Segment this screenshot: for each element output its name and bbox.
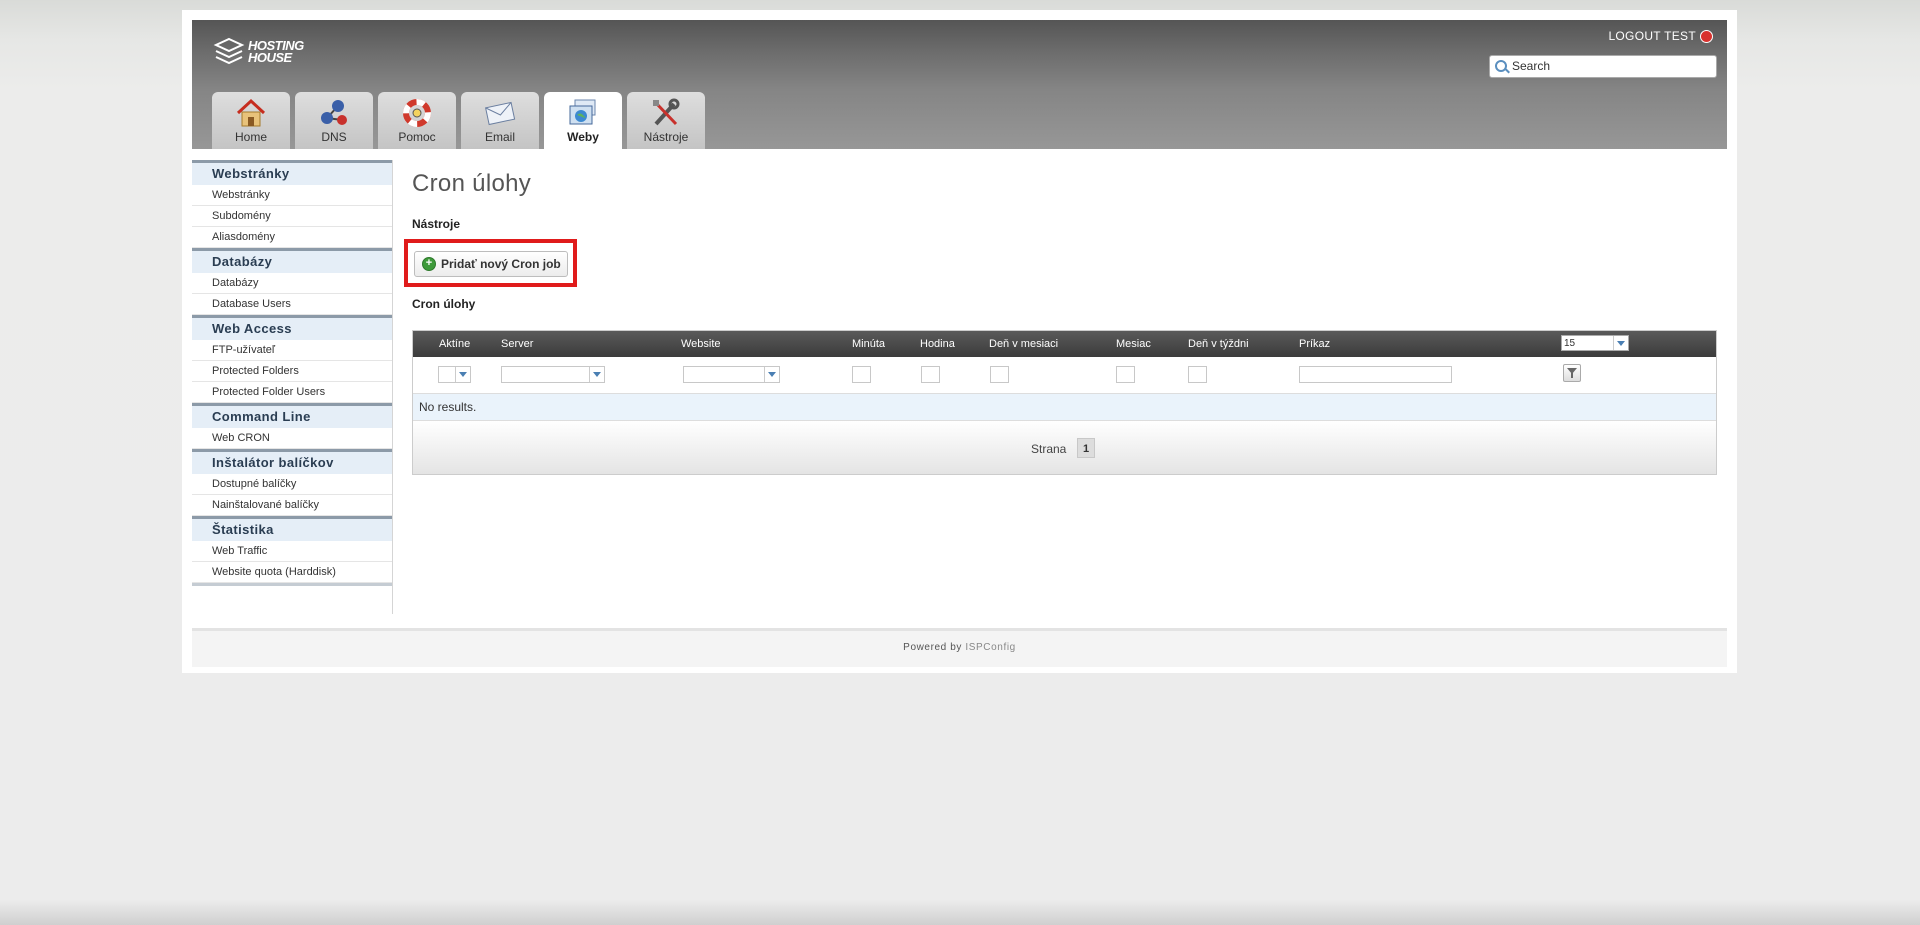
column-header-active[interactable]: Aktíne bbox=[439, 338, 470, 350]
column-header-minute[interactable]: Minúta bbox=[852, 338, 885, 350]
tab-label: Nástroje bbox=[643, 130, 689, 144]
pagination: Strana 1 bbox=[413, 421, 1716, 474]
sidebar-section-databazy: Databázy bbox=[192, 248, 392, 273]
dns-icon bbox=[321, 100, 347, 125]
column-header-command[interactable]: Príkaz bbox=[1299, 338, 1330, 350]
cron-jobs-table: Aktíne Server Website Minúta Hodina Deň … bbox=[412, 330, 1717, 475]
logo-text-bottom: HOUSE bbox=[248, 50, 292, 65]
filter-hour-input[interactable] bbox=[921, 366, 940, 383]
tab-nastroje[interactable]: Nástroje bbox=[627, 92, 705, 149]
footer-ispconfig-link[interactable]: ISPConfig bbox=[965, 642, 1015, 653]
add-cron-job-button[interactable]: + Pridať nový Cron job bbox=[414, 251, 568, 277]
home-icon bbox=[236, 98, 266, 127]
sidebar-item-aliasdomeny[interactable]: Aliasdomény bbox=[192, 227, 392, 248]
tab-home[interactable]: Home bbox=[212, 92, 290, 149]
sidebar-item-installed-packages[interactable]: Nainštalované balíčky bbox=[192, 495, 392, 516]
tools-heading: Nástroje bbox=[412, 217, 461, 231]
tab-label: Email bbox=[484, 130, 515, 144]
column-header-month[interactable]: Mesiac bbox=[1116, 338, 1151, 350]
tab-label: Weby bbox=[567, 130, 599, 144]
logout-button[interactable]: LOGOUT TEST bbox=[1608, 29, 1713, 43]
chevron-down-icon bbox=[455, 367, 470, 382]
footer: Powered by ISPConfig bbox=[192, 628, 1727, 667]
sidebar-item-subdomeny[interactable]: Subdomény bbox=[192, 206, 392, 227]
filter-day-of-month-input[interactable] bbox=[990, 366, 1009, 383]
sidebar-section-webstranky: Webstránky bbox=[192, 160, 392, 185]
table-row-empty: No results. bbox=[413, 394, 1716, 421]
column-header-day-of-month[interactable]: Deň v mesiaci bbox=[989, 338, 1058, 350]
sidebar-item-databazy[interactable]: Databázy bbox=[192, 273, 392, 294]
sidebar-item-protected-folder-users[interactable]: Protected Folder Users bbox=[192, 382, 392, 403]
tab-email[interactable]: Email bbox=[461, 92, 539, 149]
header: HOSTING HOUSE LOGOUT TEST Home bbox=[192, 20, 1727, 149]
add-cron-job-label: Pridať nový Cron job bbox=[441, 257, 561, 271]
footer-powered-by: Powered by bbox=[903, 642, 962, 653]
sidebar-item-website-quota[interactable]: Website quota (Harddisk) bbox=[192, 562, 392, 583]
tab-dns[interactable]: DNS bbox=[295, 92, 373, 149]
sidebar-item-ftp-user[interactable]: FTP-užívateľ bbox=[192, 340, 392, 361]
sidebar-section-statistika: Štatistika bbox=[192, 516, 392, 541]
sidebar-section-web-access: Web Access bbox=[192, 315, 392, 340]
power-icon bbox=[1700, 29, 1713, 43]
filter-button[interactable] bbox=[1563, 364, 1581, 382]
tab-weby[interactable]: Weby bbox=[544, 92, 622, 149]
search-input[interactable] bbox=[1512, 58, 1707, 73]
lifebuoy-icon bbox=[403, 99, 431, 127]
sidebar-item-database-users[interactable]: Database Users bbox=[192, 294, 392, 315]
sidebar-item-web-cron[interactable]: Web CRON bbox=[192, 428, 392, 449]
chevron-down-icon bbox=[764, 367, 779, 382]
sidebar-section-installer: Inštalátor balíčkov bbox=[192, 449, 392, 474]
search-field[interactable] bbox=[1489, 55, 1717, 78]
logo[interactable]: HOSTING HOUSE bbox=[212, 36, 332, 70]
chevron-down-icon bbox=[1613, 336, 1628, 350]
page-container: HOSTING HOUSE LOGOUT TEST Home bbox=[182, 10, 1737, 673]
tab-pomoc[interactable]: Pomoc bbox=[378, 92, 456, 149]
filter-day-of-week-input[interactable] bbox=[1188, 366, 1207, 383]
column-header-server[interactable]: Server bbox=[501, 338, 533, 350]
sidebar-item-web-traffic[interactable]: Web Traffic bbox=[192, 541, 392, 562]
tab-label: Home bbox=[234, 130, 267, 144]
filter-month-input[interactable] bbox=[1116, 366, 1135, 383]
filter-command-input[interactable] bbox=[1299, 366, 1452, 383]
per-page-value: 15 bbox=[1564, 338, 1576, 349]
page-title: Cron úlohy bbox=[412, 170, 532, 197]
tools-icon bbox=[653, 98, 680, 126]
logo-stack-icon bbox=[213, 37, 245, 65]
list-heading: Cron úlohy bbox=[412, 297, 476, 311]
filter-minute-input[interactable] bbox=[852, 366, 871, 383]
sidebar-section-command-line: Command Line bbox=[192, 403, 392, 428]
filter-website-select[interactable] bbox=[683, 366, 780, 383]
pager-page-1[interactable]: 1 bbox=[1077, 438, 1095, 458]
search-icon bbox=[1495, 60, 1507, 72]
tab-label: DNS bbox=[321, 130, 347, 144]
plus-icon: + bbox=[422, 257, 436, 271]
tab-label: Pomoc bbox=[398, 130, 436, 144]
pager-label: Strana bbox=[1031, 442, 1067, 456]
globe-icon bbox=[569, 99, 596, 125]
column-header-website[interactable]: Website bbox=[681, 338, 721, 350]
filter-row bbox=[413, 357, 1716, 394]
sidebar-item-webstranky[interactable]: Webstránky bbox=[192, 185, 392, 206]
per-page-select[interactable]: 15 bbox=[1561, 335, 1629, 351]
column-header-hour[interactable]: Hodina bbox=[920, 338, 955, 350]
sidebar: Webstránky Webstránky Subdomény Aliasdom… bbox=[192, 160, 393, 614]
filter-server-select[interactable] bbox=[501, 366, 605, 383]
column-header-day-of-week[interactable]: Deň v týždni bbox=[1188, 338, 1249, 350]
chevron-down-icon bbox=[589, 367, 604, 382]
sidebar-item-protected-folders[interactable]: Protected Folders bbox=[192, 361, 392, 382]
filter-active-select[interactable] bbox=[438, 366, 471, 383]
sidebar-item-available-packages[interactable]: Dostupné balíčky bbox=[192, 474, 392, 495]
envelope-icon bbox=[485, 101, 516, 126]
table-header: Aktíne Server Website Minúta Hodina Deň … bbox=[413, 331, 1716, 357]
logout-label: LOGOUT TEST bbox=[1608, 29, 1696, 43]
sidebar-end-divider bbox=[192, 583, 392, 586]
